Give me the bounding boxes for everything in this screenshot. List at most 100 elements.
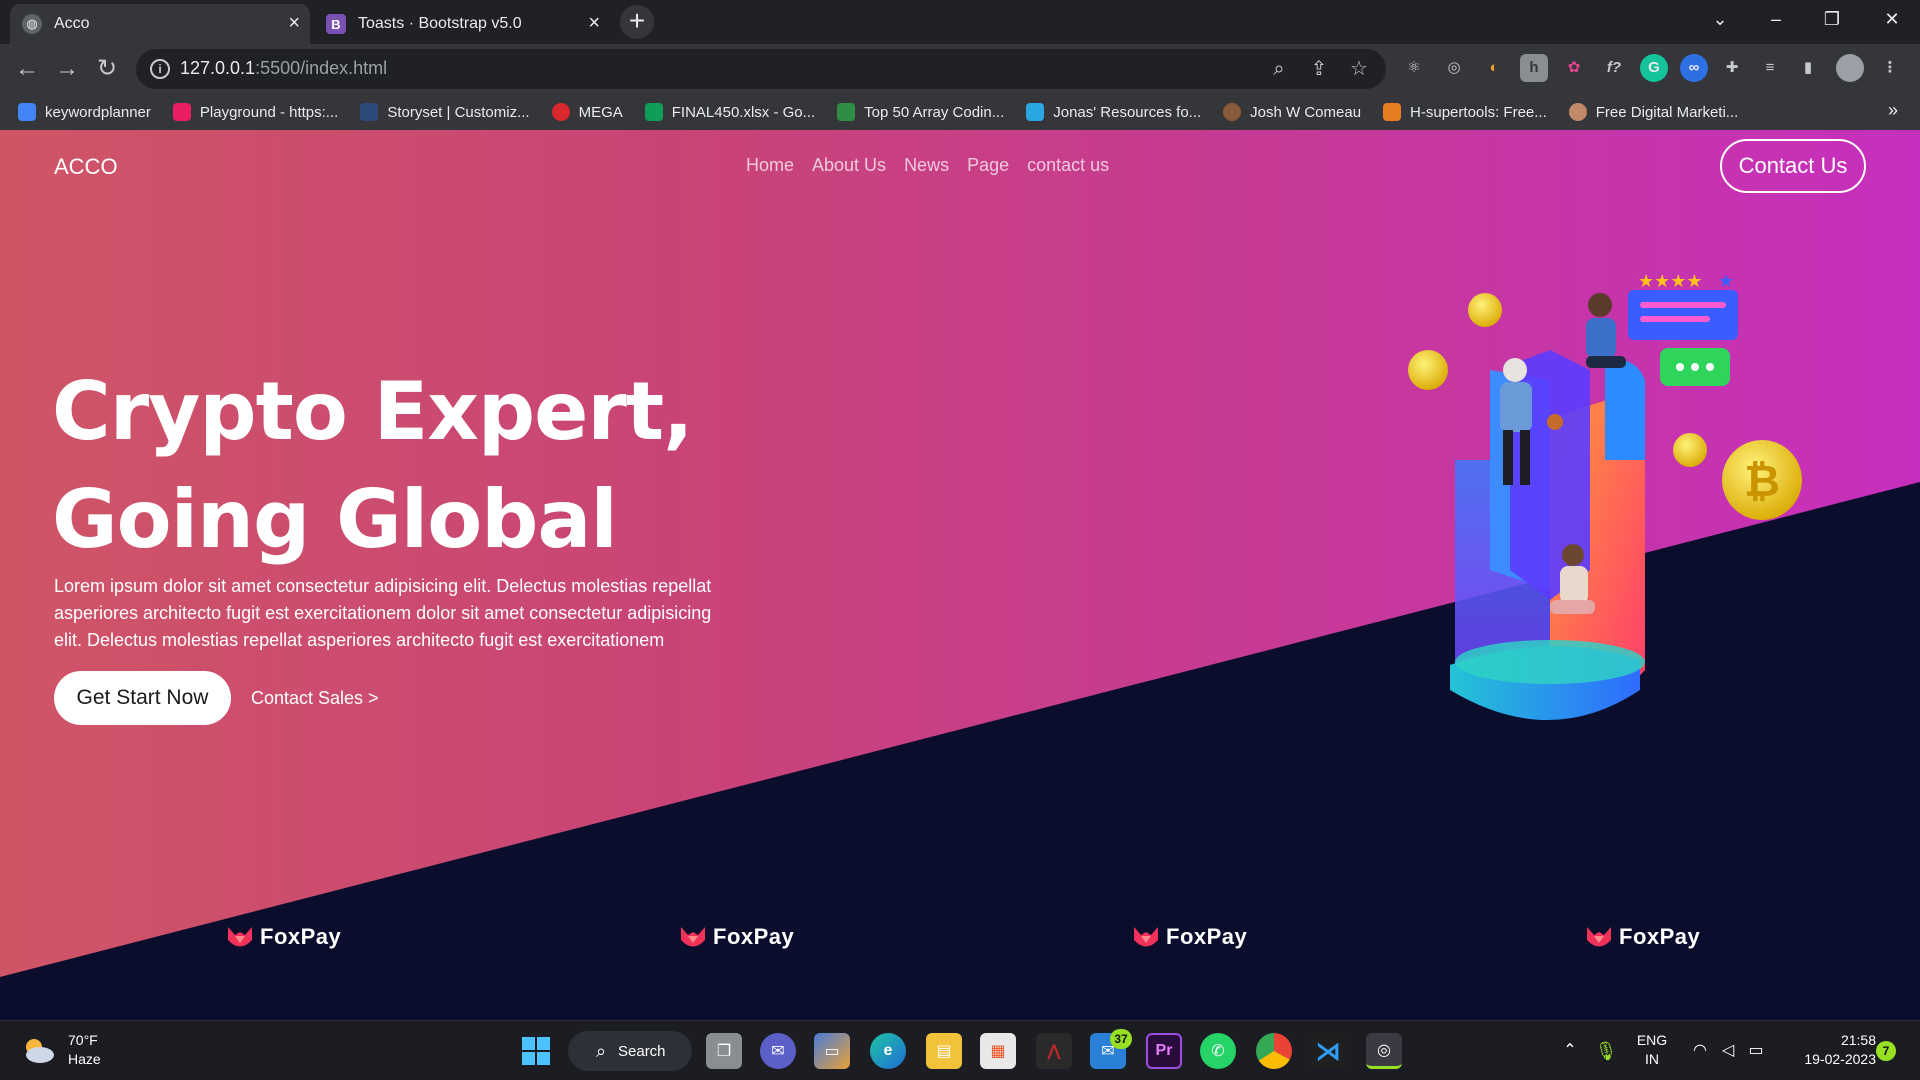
foxpay-logo-icon [681,927,705,947]
bookmark-item[interactable]: H-supertools: Free... [1383,103,1547,121]
vscode-icon[interactable]: ⋊ [1310,1033,1346,1069]
foxpay-logo-icon [1134,927,1158,947]
close-tab-icon[interactable]: × [288,12,300,35]
bookmark-favicon-icon [1223,103,1242,121]
site-info-icon[interactable]: i [150,59,170,79]
chrome-icon[interactable] [1256,1033,1292,1069]
restore-button[interactable]: ❐ [1804,0,1860,40]
extension-icon[interactable]: h [1520,54,1548,82]
bookmark-favicon-icon [837,103,856,121]
hero-headline: Crypto Expert, Going Global [52,358,812,574]
notification-count-badge[interactable]: 7 [1876,1041,1896,1061]
widgets-icon[interactable]: ▭ [814,1033,850,1069]
nav-link-news[interactable]: News [904,155,949,176]
menu-kebab-icon[interactable]: ⋮ [1876,54,1904,82]
partner-logo: FoxPay [1132,923,1247,951]
premiere-pro-icon[interactable]: Pr [1146,1033,1182,1069]
tab-title: Toasts · Bootstrap v5.0 [358,15,522,32]
hero-description: Lorem ipsum dolor sit amet consectetur a… [54,576,712,650]
foxpay-logo-icon [1587,927,1611,947]
nav-link-home[interactable]: Home [746,155,794,176]
weather-widget[interactable]: 70°F Haze [20,1031,101,1069]
tray-overflow-chevron-icon[interactable]: ⌃ [1558,1021,1582,1080]
more-bookmarks-chevron-icon[interactable]: » [1888,100,1898,121]
profile-avatar[interactable] [1836,54,1864,82]
microsoft-store-icon[interactable]: ▦ [980,1033,1016,1069]
partner-logo: FoxPay [1585,923,1700,951]
tab-search-chevron-icon[interactable]: ⌄ [1692,0,1748,40]
address-bar[interactable]: i 127.0.0.1:5500/index.html ⌕ ⇪ ☆ [136,49,1386,89]
extension-icon[interactable]: ◐ [1480,54,1508,82]
zoom-icon[interactable]: ⌕ [1266,56,1292,82]
extension-icon[interactable]: ∞ [1680,54,1708,82]
react-devtools-icon[interactable]: ⚛ [1400,54,1428,82]
bookmark-item[interactable]: Storyset | Customiz... [360,103,530,121]
nav-link-page[interactable]: Page [967,155,1009,176]
bookmark-item[interactable]: Playground - https:... [172,103,338,121]
chrome-profile-icon[interactable]: ◎ [1366,1033,1402,1069]
bookmark-item[interactable]: MEGA [551,103,623,121]
wifi-icon[interactable]: ◠ [1688,1021,1712,1080]
partner-logo: FoxPay [226,923,341,951]
predator-sense-icon[interactable]: ⋀ [1036,1033,1072,1069]
contact-us-button[interactable]: Contact Us [1720,139,1866,193]
task-view-icon[interactable]: ❐ [706,1033,742,1069]
minimize-button[interactable]: – [1748,0,1804,40]
reload-button[interactable]: ↻ [90,52,124,86]
rating-stars: ★★★★ ★ [1638,271,1734,292]
bookmark-favicon-icon [1026,103,1045,121]
crypto-hero-illustration: ★★★★ ★ ₿ [1408,271,1802,720]
forward-button[interactable]: → [50,52,84,86]
tab-bootstrap-toasts[interactable]: B Toasts · Bootstrap v5.0 × [314,4,610,44]
whatsapp-icon[interactable]: ✆ [1200,1033,1236,1069]
media-control-icon[interactable]: ≡ [1756,54,1784,82]
bootstrap-icon: B [326,14,346,34]
bookmark-item[interactable]: FINAL450.xlsx - Go... [644,103,815,121]
bar-cylinder-chart [1450,350,1645,720]
share-icon[interactable]: ⇪ [1306,56,1332,82]
extensions-puzzle-icon[interactable]: ✚ [1718,54,1746,82]
language-indicator[interactable]: ENG IN [1630,1021,1674,1080]
bookmark-star-icon[interactable]: ☆ [1346,56,1372,82]
site-nav: Home About Us News Page contact us [746,155,1109,176]
svg-text:★: ★ [1718,271,1734,292]
clock[interactable]: 21:58 19-02-2023 [1780,1021,1876,1080]
bookmark-item[interactable]: Josh W Comeau [1223,103,1361,121]
bookmark-item[interactable]: Jonas' Resources fo... [1026,103,1201,121]
bookmark-item[interactable]: Free Digital Marketi... [1568,103,1738,121]
close-tab-icon[interactable]: × [588,12,600,35]
weather-desc: Haze [68,1051,101,1067]
mail-unread-badge: 37 [1110,1029,1132,1049]
globe-icon: ◍ [22,14,42,34]
nav-link-contact[interactable]: contact us [1027,155,1109,176]
contact-sales-link[interactable]: Contact Sales > [251,688,379,709]
color-picker-icon[interactable]: ✿ [1560,54,1588,82]
partner-logo: FoxPay [679,923,794,951]
nav-link-about[interactable]: About Us [812,155,886,176]
bookmark-item[interactable]: Top 50 Array Codin... [837,103,1004,121]
back-button[interactable]: ← [10,52,44,86]
url-text: 127.0.0.1:5500/index.html [180,58,388,78]
close-window-button[interactable]: ✕ [1864,0,1920,40]
get-start-button[interactable]: Get Start Now [54,671,231,725]
tab-acco[interactable]: ◍ Acco × [10,4,310,44]
new-tab-button[interactable]: + [620,5,654,39]
site-brand-logo[interactable]: ACCO [54,154,118,180]
partner-logo-strip: FoxPay FoxPay FoxPay FoxPay [0,923,1920,963]
windows-start-icon[interactable] [518,1033,554,1069]
file-explorer-icon[interactable]: ▤ [926,1033,962,1069]
grammarly-icon[interactable]: G [1640,54,1668,82]
whatfont-icon[interactable]: f? [1600,54,1628,82]
taskbar-search[interactable]: ⌕ Search [568,1031,692,1071]
teams-chat-icon[interactable]: ✉ [760,1033,796,1069]
volume-icon[interactable]: ◁ [1716,1021,1740,1080]
bookmark-favicon-icon [360,103,379,121]
chat-bubbles [1628,290,1738,386]
battery-icon[interactable]: ▭ [1744,1021,1768,1080]
microphone-icon[interactable]: 🎙 [1594,1021,1618,1080]
bookmark-item[interactable]: keywordplanner [18,103,151,121]
edge-browser-icon[interactable]: e [870,1033,906,1069]
target-extension-icon[interactable]: ◎ [1440,54,1468,82]
bookmark-favicon-icon [1383,103,1402,121]
side-panel-icon[interactable]: ▮ [1794,54,1822,82]
